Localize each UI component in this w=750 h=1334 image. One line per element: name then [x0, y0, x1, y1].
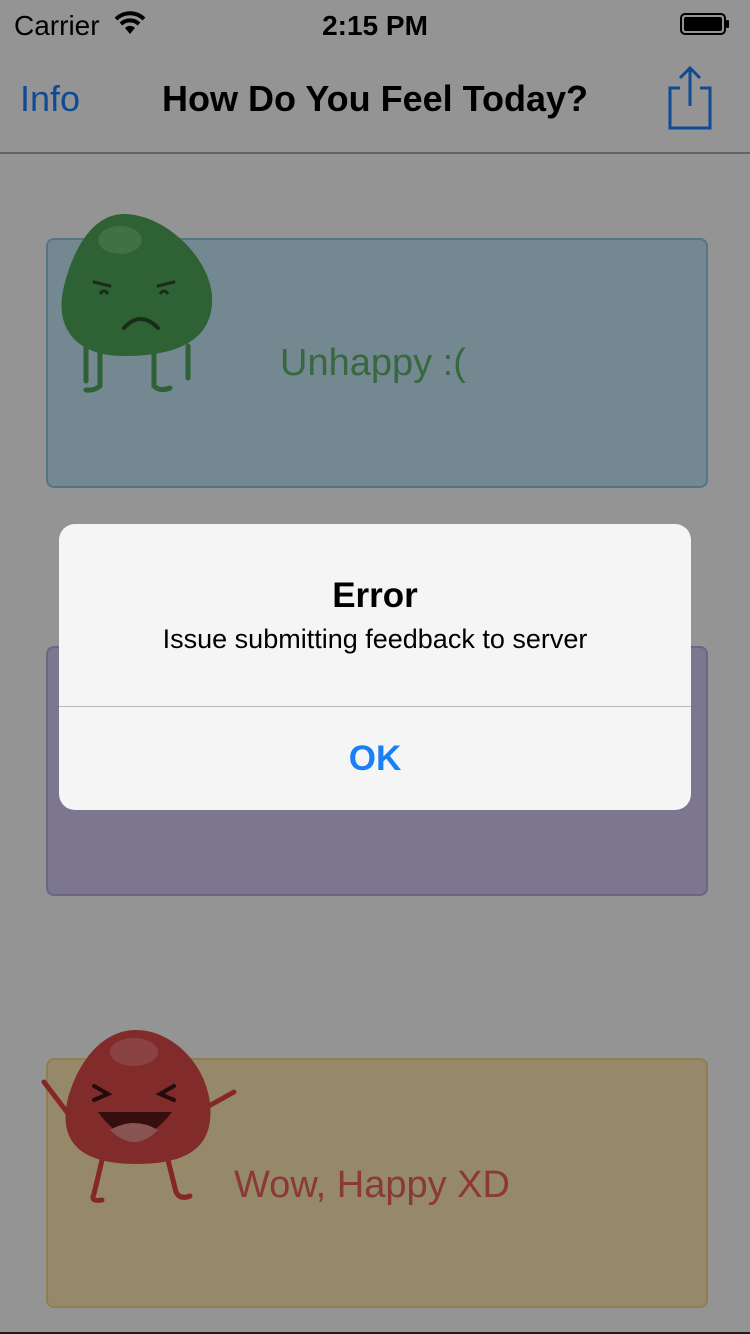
alert-title: Error — [332, 576, 418, 615]
ok-button[interactable]: OK — [59, 707, 691, 810]
alert-message: Issue submitting feedback to server — [162, 624, 588, 654]
error-alert-dialog: Error Issue submitting feedback to serve… — [59, 524, 691, 810]
